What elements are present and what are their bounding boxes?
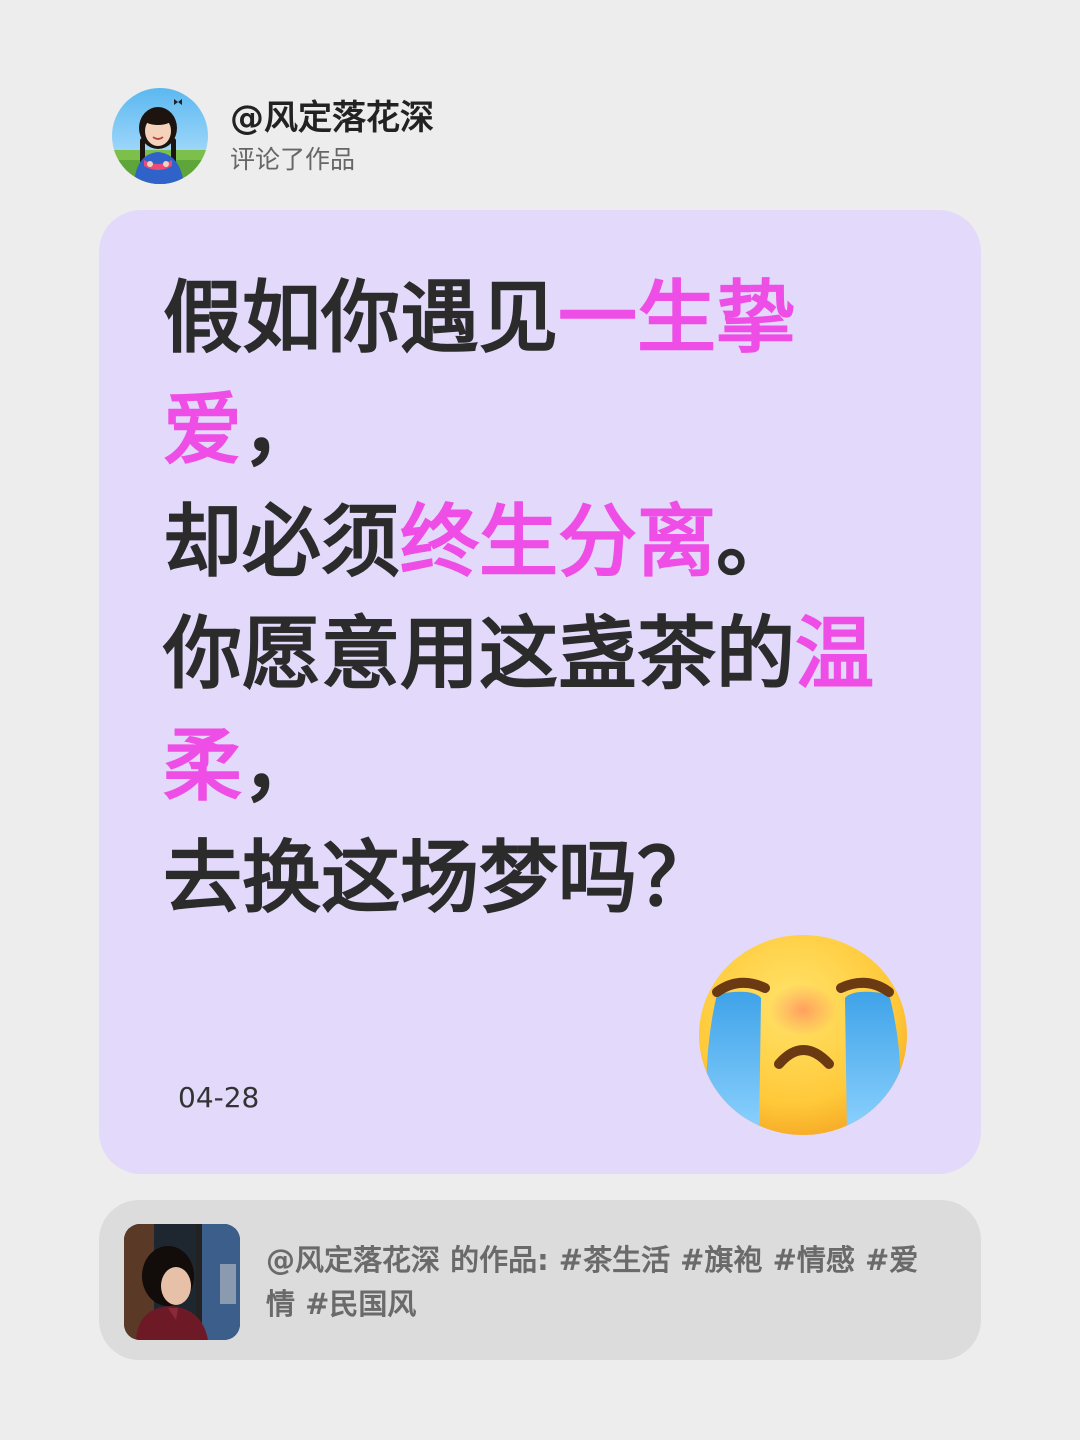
user-avatar[interactable] — [112, 88, 208, 184]
comment-line: 去换这场梦吗？ — [163, 822, 903, 934]
work-description-line: @风定落花深 的作品: #茶生活 #旗袍 #情感 #爱 — [266, 1243, 919, 1277]
work-description[interactable]: @风定落花深 的作品: #茶生活 #旗袍 #情感 #爱 情 #民国风 — [266, 1238, 946, 1326]
comment-date: 04-28 — [178, 1081, 260, 1114]
comment-highlight-text: 温 — [795, 608, 874, 700]
comment-highlight-text: 爱 — [163, 384, 242, 476]
comment-line: 你愿意用这盏茶的温 — [163, 598, 903, 710]
comment-line: 爱， — [163, 374, 903, 486]
comment-line: 柔， — [163, 710, 903, 822]
loudly-crying-face-icon — [695, 932, 911, 1138]
header-text: @风定落花深 评论了作品 — [230, 96, 434, 176]
username[interactable]: @风定落花深 — [230, 96, 434, 140]
comment-plain-text: 假如你遇见 — [163, 272, 558, 364]
work-thumbnail[interactable] — [124, 1224, 240, 1340]
comment-punctuation: ， — [242, 384, 321, 476]
comment-highlight-text: 一生挚 — [558, 272, 795, 364]
work-card[interactable]: @风定落花深 的作品: #茶生活 #旗袍 #情感 #爱 情 #民国风 — [99, 1200, 981, 1360]
comment-plain-text: 去换这场梦吗？ — [163, 832, 716, 924]
comment-card: 假如你遇见一生挚 爱， 却必须终生分离。 你愿意用这盏茶的温 柔， 去换这场梦吗… — [99, 210, 981, 1174]
action-label: 评论了作品 — [230, 145, 356, 174]
comment-text: 假如你遇见一生挚 爱， 却必须终生分离。 你愿意用这盏茶的温 柔， 去换这场梦吗… — [163, 262, 903, 934]
comment-highlight-text: 终生分离 — [400, 496, 716, 588]
comment-punctuation: ， — [242, 720, 321, 812]
comment-header: @风定落花深 评论了作品 — [112, 88, 434, 184]
comment-highlight-text: 柔 — [163, 720, 242, 812]
comment-plain-text: 你愿意用这盏茶的 — [163, 608, 795, 700]
comment-line: 假如你遇见一生挚 — [163, 262, 903, 374]
comment-plain-text: 却必须 — [163, 496, 400, 588]
work-description-line: 情 #民国风 — [266, 1287, 417, 1321]
comment-line: 却必须终生分离。 — [163, 486, 903, 598]
comment-punctuation: 。 — [716, 496, 795, 588]
